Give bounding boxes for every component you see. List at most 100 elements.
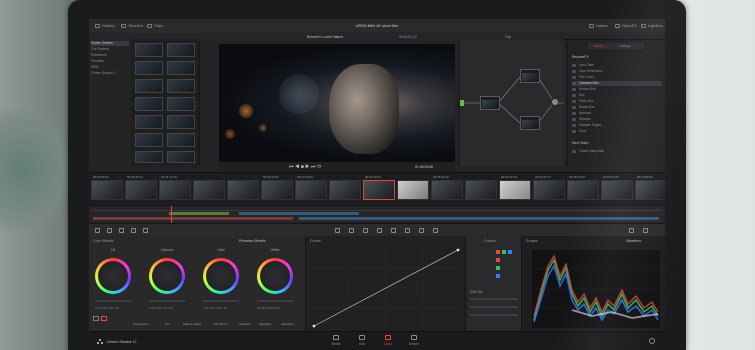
wheels-mode[interactable]: Primaries Wheels — [239, 239, 266, 243]
gain-wheel[interactable] — [203, 258, 239, 294]
offset-slider[interactable] — [257, 300, 293, 302]
fx-item[interactable]: Prism Blur — [572, 99, 662, 104]
video-viewer[interactable] — [219, 44, 455, 162]
lightbox-button[interactable]: Lightbox — [641, 23, 663, 28]
playhead[interactable] — [171, 206, 172, 224]
media-page-button[interactable]: Media — [327, 335, 345, 346]
scope-mode[interactable]: Waveform — [626, 239, 641, 243]
scopes-icon[interactable] — [629, 228, 634, 233]
softclip-slider[interactable] — [470, 306, 518, 308]
param-shadows[interactable]: Shadows — [239, 322, 251, 326]
timeline-clip[interactable]: 00:05:43:12 — [431, 175, 463, 200]
gallery-item[interactable]: Stills — [91, 65, 129, 70]
still-thumbnail[interactable] — [135, 79, 163, 93]
tab-settings[interactable]: Settings — [620, 44, 631, 48]
gain-slider[interactable] — [203, 300, 239, 302]
timeline-clip[interactable] — [227, 180, 259, 200]
timeline-clip[interactable] — [329, 180, 361, 200]
green-intensity[interactable] — [496, 266, 500, 270]
fx-item[interactable]: Glow — [572, 129, 662, 134]
fx-item[interactable]: Lens Flare — [572, 63, 662, 68]
timeline-clip-selected[interactable]: 00:04:12:22 — [363, 175, 395, 200]
timeline-clip[interactable]: 00:01:13:10 — [159, 175, 191, 200]
still-thumbnail[interactable] — [135, 151, 163, 163]
fx-item[interactable]: Sharpen Edges — [572, 123, 662, 128]
node-input-icon[interactable] — [460, 100, 464, 106]
timeline-clip[interactable] — [397, 180, 429, 200]
edit-page-button[interactable]: Edit — [353, 335, 371, 346]
gallery-item[interactable]: Power Grades — [91, 41, 129, 46]
param-highlights[interactable]: Highlights — [259, 322, 271, 326]
still-thumbnail[interactable] — [135, 43, 163, 57]
blue-channel-swatch[interactable] — [508, 250, 512, 254]
tab-library[interactable]: Library — [594, 44, 603, 48]
gallery-item[interactable]: Power Grades 2 — [91, 71, 129, 76]
param-midtone-detail[interactable]: Midtone Detail — [183, 322, 201, 326]
home-icon[interactable] — [649, 338, 655, 344]
timeline-clip[interactable] — [193, 180, 225, 200]
curves-panel[interactable]: Curves — [305, 236, 466, 331]
fx-item[interactable]: Lens Reflections — [572, 69, 662, 74]
param-temperature[interactable]: Temperature — [133, 322, 149, 326]
gallery-item[interactable]: Reference — [91, 53, 129, 58]
still-thumbnail[interactable] — [167, 61, 195, 75]
timeline-clip[interactable]: 00:08:07:03 — [567, 175, 599, 200]
gallery-item[interactable]: Cut Frames — [91, 47, 129, 52]
sizing-icon[interactable] — [419, 228, 424, 233]
timeline-clip[interactable]: 00:09:14:01 — [601, 175, 633, 200]
softclip-slider[interactable] — [470, 298, 518, 300]
param-color-boost[interactable]: Color Boost — [213, 322, 228, 326]
curves-icon[interactable] — [335, 228, 340, 233]
still-thumbnail[interactable] — [135, 61, 163, 75]
camera-raw-icon[interactable] — [95, 228, 100, 233]
timeline-clip[interactable]: 00:00:05:01 — [91, 175, 123, 200]
lift-wheel[interactable] — [95, 258, 131, 294]
window-icon[interactable] — [363, 228, 368, 233]
timeline-clip[interactable]: 00:06:12:18 — [499, 175, 531, 200]
color-page-button[interactable]: Color — [379, 335, 397, 346]
page-2-button[interactable] — [101, 316, 107, 321]
openfx-button[interactable]: OpenFX — [615, 23, 637, 28]
green-channel-swatch[interactable] — [502, 250, 506, 254]
playback-buttons[interactable]: ⏮ ◀ ■ ▶ ⏭ ⟲ — [289, 164, 321, 170]
timeline-clip[interactable]: 00:00:10:14 — [125, 175, 157, 200]
still-thumbnail[interactable] — [167, 151, 195, 163]
key-icon[interactable] — [405, 228, 410, 233]
motion-effects-icon[interactable] — [143, 228, 148, 233]
fx-item[interactable]: Film Grain — [572, 75, 662, 80]
still-thumbnail[interactable] — [167, 79, 195, 93]
still-thumbnail[interactable] — [167, 133, 195, 147]
still-thumbnail[interactable] — [135, 133, 163, 147]
tracker-icon[interactable] — [377, 228, 382, 233]
blue-intensity[interactable] — [496, 274, 500, 278]
curve-graph[interactable] — [312, 248, 460, 328]
color-node[interactable] — [480, 96, 500, 110]
timeline-clip[interactable] — [465, 180, 497, 200]
softclip-slider[interactable] — [470, 314, 518, 316]
fx-item[interactable]: Sharpen — [572, 117, 662, 122]
still-thumbnail[interactable] — [135, 115, 163, 129]
red-intensity[interactable] — [496, 258, 500, 262]
color-node[interactable] — [520, 69, 540, 83]
color-node[interactable] — [520, 116, 540, 130]
gamma-slider[interactable] — [149, 300, 185, 302]
gallery-item[interactable]: Portraits — [91, 59, 129, 64]
timeline-clip[interactable]: 00:10:00:21 — [635, 175, 665, 200]
color-wheels-icon[interactable] — [119, 228, 124, 233]
param-saturation[interactable]: Saturation — [281, 322, 294, 326]
still-thumbnail[interactable] — [167, 97, 195, 111]
fx-item[interactable]: Aperture — [572, 111, 662, 116]
timeline-clip[interactable]: 00:07:09:17 — [533, 175, 565, 200]
fx-item[interactable]: Mosaic Blur — [572, 87, 662, 92]
still-thumbnail[interactable] — [167, 115, 195, 129]
gamma-wheel[interactable] — [149, 258, 185, 294]
page-1-button[interactable] — [93, 316, 99, 321]
color-match-icon[interactable] — [107, 228, 112, 233]
node-editor[interactable] — [459, 41, 564, 166]
rgb-mixer-icon[interactable] — [131, 228, 136, 233]
nodes-button[interactable]: Nodes — [589, 23, 608, 28]
timeline-clip[interactable]: 00:03:19:00 — [295, 175, 327, 200]
3d-icon[interactable] — [433, 228, 438, 233]
still-thumbnail[interactable] — [135, 97, 163, 111]
fx-item[interactable]: Blur — [572, 93, 662, 98]
